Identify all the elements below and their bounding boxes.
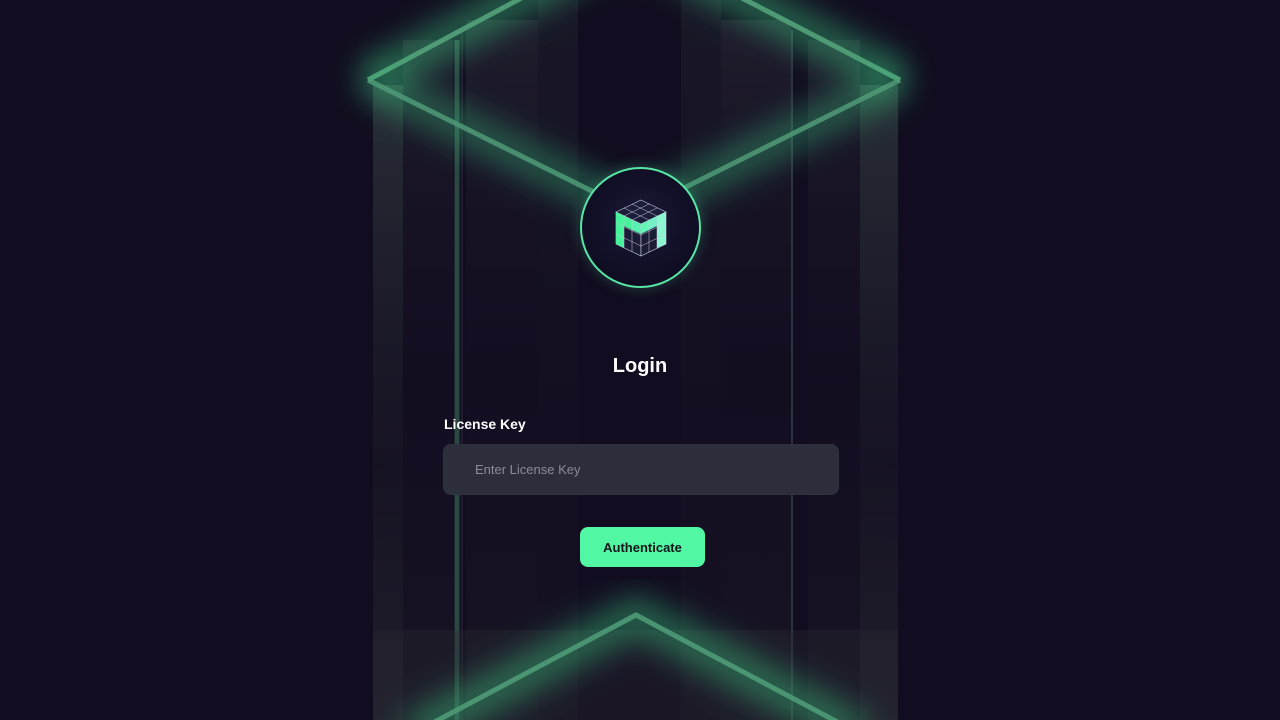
logo-badge	[580, 167, 701, 288]
license-key-label: License Key	[444, 416, 526, 432]
login-screen: Login License Key Authenticate	[0, 0, 1280, 720]
cube-grid-logo-icon	[615, 199, 667, 257]
page-title: Login	[612, 355, 668, 377]
license-key-input[interactable]	[443, 444, 839, 495]
authenticate-button[interactable]: Authenticate	[580, 527, 705, 567]
